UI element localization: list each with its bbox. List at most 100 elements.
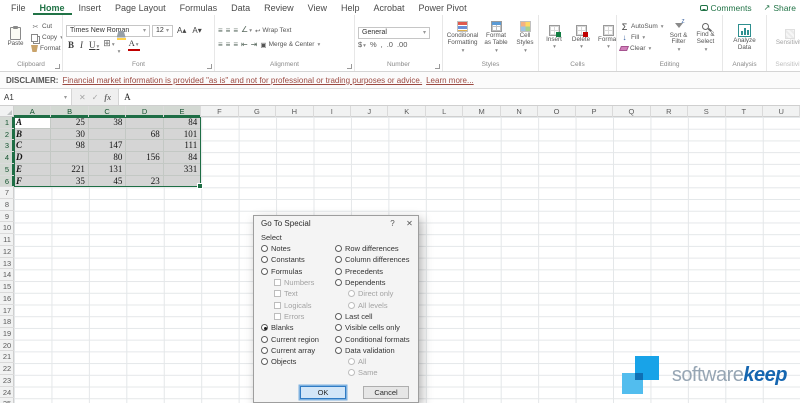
insert-cells-button[interactable]: Insert bbox=[542, 25, 566, 51]
row-header-20[interactable]: 20 bbox=[0, 340, 14, 352]
comments-button[interactable]: Comments bbox=[700, 3, 752, 13]
tab-file[interactable]: File bbox=[4, 0, 33, 15]
share-button[interactable]: ↗ Share bbox=[764, 3, 796, 13]
cell-e3[interactable]: 111 bbox=[164, 140, 201, 152]
autosum-button[interactable]: ΣAutoSum bbox=[620, 22, 664, 32]
cancel-entry-icon[interactable]: ✕ bbox=[79, 93, 86, 102]
column-header-u[interactable]: U bbox=[763, 106, 800, 117]
column-header-f[interactable]: F bbox=[201, 106, 238, 117]
tab-insert[interactable]: Insert bbox=[72, 0, 109, 15]
row-header-11[interactable]: 11 bbox=[0, 234, 14, 246]
column-header-g[interactable]: G bbox=[239, 106, 276, 117]
cell-a1[interactable]: A bbox=[14, 117, 51, 129]
format-as-table-button[interactable]: Format as Table bbox=[482, 21, 510, 54]
wrap-text-button[interactable]: ↩Wrap Text bbox=[255, 27, 291, 35]
row-header-2[interactable]: 2 bbox=[0, 129, 14, 141]
cell-styles-button[interactable]: Cell Styles bbox=[513, 21, 537, 54]
cell-a2[interactable]: B bbox=[14, 129, 51, 141]
row-header-22[interactable]: 22 bbox=[0, 363, 14, 375]
option-current-array[interactable]: Current array bbox=[261, 345, 335, 356]
merge-center-button[interactable]: ▣Merge & Center bbox=[260, 41, 320, 49]
clipboard-dialog-launcher[interactable] bbox=[55, 64, 60, 69]
column-header-k[interactable]: K bbox=[389, 106, 426, 117]
row-header-13[interactable]: 13 bbox=[0, 258, 14, 270]
row-header-19[interactable]: 19 bbox=[0, 328, 14, 340]
ok-button[interactable]: OK bbox=[300, 386, 346, 399]
copy-button[interactable]: Copy bbox=[31, 33, 62, 43]
font-name-select[interactable]: Times New Roman▾ bbox=[66, 25, 150, 37]
column-header-o[interactable]: O bbox=[538, 106, 575, 117]
format-painter-button[interactable]: Format Painter bbox=[31, 44, 62, 54]
cell-e1[interactable]: 84 bbox=[164, 117, 201, 129]
row-header-16[interactable]: 16 bbox=[0, 293, 14, 305]
row-header-10[interactable]: 10 bbox=[0, 222, 14, 234]
tab-power-pivot[interactable]: Power Pivot bbox=[412, 0, 474, 15]
column-header-h[interactable]: H bbox=[276, 106, 313, 117]
row-header-25[interactable]: 25 bbox=[0, 398, 14, 403]
column-header-p[interactable]: P bbox=[576, 106, 613, 117]
increase-indent-icon[interactable]: ⇥ bbox=[251, 40, 258, 50]
cell-b2[interactable]: 30 bbox=[51, 129, 88, 141]
cell-c1[interactable]: 38 bbox=[89, 117, 126, 129]
tab-review[interactable]: Review bbox=[257, 0, 301, 15]
option-conditional-formats[interactable]: Conditional formats bbox=[335, 333, 411, 344]
cell-d6[interactable]: 23 bbox=[126, 176, 163, 188]
tab-page-layout[interactable]: Page Layout bbox=[108, 0, 173, 15]
borders-button[interactable]: ⊞ bbox=[103, 39, 114, 50]
row-header-5[interactable]: 5 bbox=[0, 164, 14, 176]
column-header-d[interactable]: D bbox=[126, 106, 163, 117]
align-left-icon[interactable]: ≡ bbox=[218, 40, 223, 50]
option-constants[interactable]: Constants bbox=[261, 254, 335, 265]
option-dependents[interactable]: Dependents bbox=[335, 277, 411, 288]
row-header-15[interactable]: 15 bbox=[0, 281, 14, 293]
option-precedents[interactable]: Precedents bbox=[335, 266, 411, 277]
formula-input[interactable]: A bbox=[119, 89, 800, 105]
cell-d4[interactable]: 156 bbox=[126, 152, 163, 164]
orientation-icon[interactable]: ∠ bbox=[241, 25, 252, 36]
fill-button[interactable]: ↓Fill bbox=[620, 33, 664, 43]
cell-c2[interactable] bbox=[89, 129, 126, 141]
name-box[interactable]: A1 ▾ bbox=[0, 89, 72, 105]
cell-d2[interactable]: 68 bbox=[126, 129, 163, 141]
format-cells-button[interactable]: Format bbox=[596, 25, 616, 51]
tab-acrobat[interactable]: Acrobat bbox=[367, 0, 412, 15]
font-color-button[interactable]: A bbox=[128, 39, 140, 51]
row-header-12[interactable]: 12 bbox=[0, 246, 14, 258]
underline-button[interactable]: U bbox=[87, 40, 101, 50]
column-header-r[interactable]: R bbox=[651, 106, 688, 117]
cell-b4[interactable] bbox=[51, 152, 88, 164]
cell-a3[interactable]: C bbox=[14, 140, 51, 152]
select-all-corner[interactable] bbox=[0, 106, 14, 117]
cell-d1[interactable] bbox=[126, 117, 163, 129]
cell-c4[interactable]: 80 bbox=[89, 152, 126, 164]
cell-d5[interactable] bbox=[126, 164, 163, 176]
decrease-font-button[interactable]: A▾ bbox=[190, 26, 203, 35]
insert-function-icon[interactable]: fx bbox=[104, 93, 111, 102]
column-header-i[interactable]: I bbox=[314, 106, 351, 117]
decrease-decimal-button[interactable]: .00 bbox=[397, 40, 407, 49]
option-current-region[interactable]: Current region bbox=[261, 333, 335, 344]
align-middle-icon[interactable]: ≡ bbox=[226, 26, 231, 36]
option-visible-cells-only[interactable]: Visible cells only bbox=[335, 322, 411, 333]
cell-b6[interactable]: 35 bbox=[51, 176, 88, 188]
dialog-help-button[interactable]: ? bbox=[384, 219, 401, 228]
row-header-3[interactable]: 3 bbox=[0, 140, 14, 152]
align-right-icon[interactable]: ≡ bbox=[233, 40, 238, 50]
column-header-a[interactable]: A bbox=[14, 106, 51, 117]
percent-button[interactable]: % bbox=[370, 40, 377, 49]
tab-data[interactable]: Data bbox=[224, 0, 257, 15]
row-header-17[interactable]: 17 bbox=[0, 305, 14, 317]
column-header-b[interactable]: B bbox=[51, 106, 88, 117]
dialog-close-icon[interactable]: ✕ bbox=[401, 219, 418, 228]
option-objects[interactable]: Objects bbox=[261, 356, 335, 367]
clear-button[interactable]: Clear bbox=[620, 44, 664, 54]
cut-button[interactable]: ✂Cut bbox=[31, 22, 62, 32]
cell-c3[interactable]: 147 bbox=[89, 140, 126, 152]
cell-c5[interactable]: 131 bbox=[89, 164, 126, 176]
number-dialog-launcher[interactable] bbox=[435, 64, 440, 69]
row-header-21[interactable]: 21 bbox=[0, 351, 14, 363]
column-header-n[interactable]: N bbox=[501, 106, 538, 117]
sort-filter-button[interactable]: Sort & Filter bbox=[667, 22, 691, 54]
number-format-select[interactable]: General▾ bbox=[358, 27, 430, 39]
fill-color-button[interactable] bbox=[117, 31, 126, 58]
